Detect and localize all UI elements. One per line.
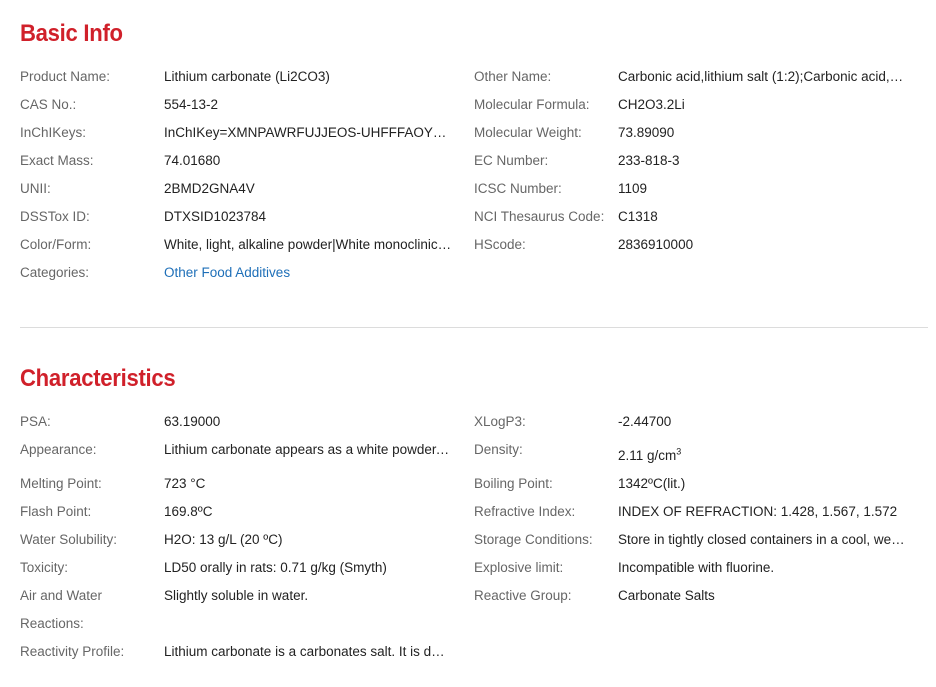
basic-row-label-left: DSSTox ID: <box>20 209 90 224</box>
density-exponent: 3 <box>676 447 682 457</box>
refractive-index-label: Refractive Index: <box>474 504 576 519</box>
appearance-label: Appearance: <box>20 442 97 457</box>
water-solubility-label: Water Solubility: <box>20 532 118 547</box>
density-value: 2.11 g/cm3 <box>618 447 906 465</box>
air-water-value: Slightly soluble in water. <box>164 588 309 603</box>
basic-row-value-right: 1109 <box>618 181 648 196</box>
appearance-value: Lithium carbonate appears as a white pow… <box>164 442 452 457</box>
basic-row-value-right: 233-818-3 <box>618 153 680 168</box>
psa-label: PSA: <box>20 414 51 429</box>
reactivity-profile-value: Lithium carbonate is a carbonates salt. … <box>164 644 452 659</box>
density-label: Density: <box>474 442 523 457</box>
explosive-limit-label: Explosive limit: <box>474 560 564 575</box>
flash-point-value: 169.8ºC <box>164 504 213 519</box>
boiling-point-label: Boiling Point: <box>474 476 553 491</box>
toxicity-value: LD50 orally in rats: 0.71 g/kg (Smyth) <box>164 560 387 575</box>
basic-row-value-right: C1318 <box>618 209 658 224</box>
basic-row-value-right: 73.89090 <box>618 125 675 140</box>
section-divider <box>20 327 928 328</box>
basic-row-label-right: Other Name: <box>474 69 552 84</box>
density-number: 2.11 g/cm <box>618 448 677 463</box>
basic-row-label-left: Color/Form: <box>20 237 92 252</box>
basic-row-label-left: Exact Mass: <box>20 153 94 168</box>
air-water-label-line1: Air and Water <box>20 588 103 603</box>
categories-link[interactable]: Other Food Additives <box>164 264 452 282</box>
flash-point-label: Flash Point: <box>20 504 92 519</box>
basic-row-label-right: Molecular Weight: <box>474 125 582 140</box>
basic-info-title: Basic Info <box>20 20 123 47</box>
basic-row-label-right: NCI Thesaurus Code: <box>474 209 605 224</box>
xlogp3-value: -2.44700 <box>618 414 672 429</box>
categories-label: Categories: <box>20 265 90 280</box>
basic-row-value-left: InChIKey=XMNPAWRFUJJEOS-UHFFFAOYSA-N <box>164 125 452 140</box>
basic-row-value-left: 74.01680 <box>164 153 221 168</box>
basic-row-value-left: Lithium carbonate (Li2CO3) <box>164 69 330 84</box>
basic-row-label-right: HScode: <box>474 237 526 252</box>
basic-row-label-left: InChIKeys: <box>20 125 87 140</box>
boiling-point-value: 1342ºC(lit.) <box>618 476 686 491</box>
refractive-index-value: INDEX OF REFRACTION: 1.428, 1.567, 1.572 <box>618 504 898 519</box>
explosive-limit-value: Incompatible with fluorine. <box>618 560 775 575</box>
toxicity-label: Toxicity: <box>20 560 69 575</box>
characteristics-title: Characteristics <box>20 365 176 392</box>
reactive-group-value: Carbonate Salts <box>618 588 715 603</box>
xlogp3-label: XLogP3: <box>474 414 526 429</box>
basic-row-label-right: EC Number: <box>474 153 549 168</box>
basic-row-value-right: CH2O3.2Li <box>618 97 685 112</box>
melting-point-value: 723 °C <box>164 476 206 491</box>
basic-row-value-left: 554-13-2 <box>164 97 219 112</box>
basic-row-label-left: UNII: <box>20 181 51 196</box>
basic-row-label-right: Molecular Formula: <box>474 97 590 112</box>
basic-row-label-right: ICSC Number: <box>474 181 562 196</box>
basic-row-label-left: Product Name: <box>20 69 111 84</box>
basic-row-value-right: 2836910000 <box>618 237 694 252</box>
water-solubility-value: H2O: 13 g/L (20 ºC) <box>164 532 283 547</box>
basic-row-value-left: 2BMD2GNA4V <box>164 181 255 196</box>
psa-value: 63.19000 <box>164 414 221 429</box>
storage-conditions-label: Storage Conditions: <box>474 532 593 547</box>
storage-conditions-value: Store in tightly closed containers in a … <box>618 532 906 547</box>
basic-row-value-left: White, light, alkaline powder|White mono… <box>164 237 452 252</box>
air-water-label-line2: Reactions: <box>20 616 84 631</box>
reactive-group-label: Reactive Group: <box>474 588 572 603</box>
basic-row-value-right: Carbonic acid,lithium salt (1:2);Carboni… <box>618 69 906 84</box>
reactivity-profile-label: Reactivity Profile: <box>20 644 125 659</box>
melting-point-label: Melting Point: <box>20 476 102 491</box>
basic-row-value-left: DTXSID1023784 <box>164 209 267 224</box>
basic-row-label-left: CAS No.: <box>20 97 77 112</box>
